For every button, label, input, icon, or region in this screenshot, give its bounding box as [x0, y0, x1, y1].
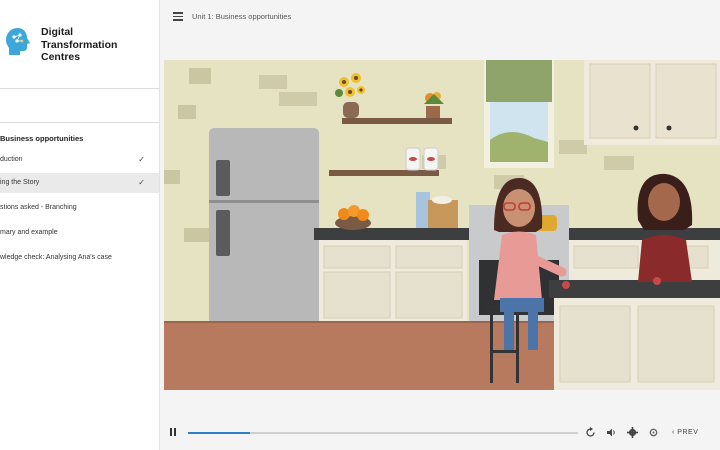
menu-icon[interactable]: [173, 12, 183, 21]
lesson-label: ing the Story: [0, 179, 40, 186]
lesson-label: duction: [0, 156, 23, 163]
progress-fill: [188, 432, 251, 434]
check-icon: ✓: [138, 178, 145, 187]
page-title: Unit 1: Business opportunities: [192, 12, 292, 21]
brand-name: Digital Transformation Centres: [41, 26, 118, 63]
pause-icon[interactable]: [170, 428, 178, 437]
video-frame-illustration: [164, 60, 720, 390]
gear-icon[interactable]: [648, 427, 659, 438]
video-player[interactable]: [164, 60, 720, 390]
volume-icon[interactable]: [606, 427, 617, 438]
prev-button[interactable]: ‹ PREV: [672, 426, 698, 440]
header: Unit 1: Business opportunities: [160, 0, 720, 38]
chevron-left-icon: ‹: [672, 429, 675, 436]
brain-head-icon: [6, 28, 30, 55]
player-controls: ‹ PREV: [160, 420, 720, 446]
lesson-item[interactable]: duction ✓: [0, 150, 159, 170]
divider: [0, 122, 160, 123]
lesson-item[interactable]: wledge check: Analysing Ana's case: [0, 248, 159, 268]
logo: Digital Transformation Centres: [0, 0, 122, 88]
replay-icon[interactable]: [585, 427, 596, 438]
progress-bar[interactable]: [188, 432, 578, 434]
sidebar: Digital Transformation Centres Business …: [0, 0, 160, 450]
app-window: Digital Transformation Centres Business …: [0, 0, 720, 450]
prev-label: PREV: [677, 429, 699, 436]
lesson-label: stions asked - Branching: [0, 204, 77, 211]
lesson-item[interactable]: mary and example: [0, 223, 159, 243]
lesson-item-active[interactable]: ing the Story ✓: [0, 173, 159, 193]
divider: [0, 88, 160, 89]
check-icon: ✓: [138, 155, 145, 164]
lesson-label: wledge check: Analysing Ana's case: [0, 254, 112, 261]
section-title: Business opportunities: [0, 134, 84, 143]
lesson-label: mary and example: [0, 229, 58, 236]
lesson-item[interactable]: stions asked - Branching: [0, 198, 159, 218]
settings-icon[interactable]: [627, 427, 638, 438]
